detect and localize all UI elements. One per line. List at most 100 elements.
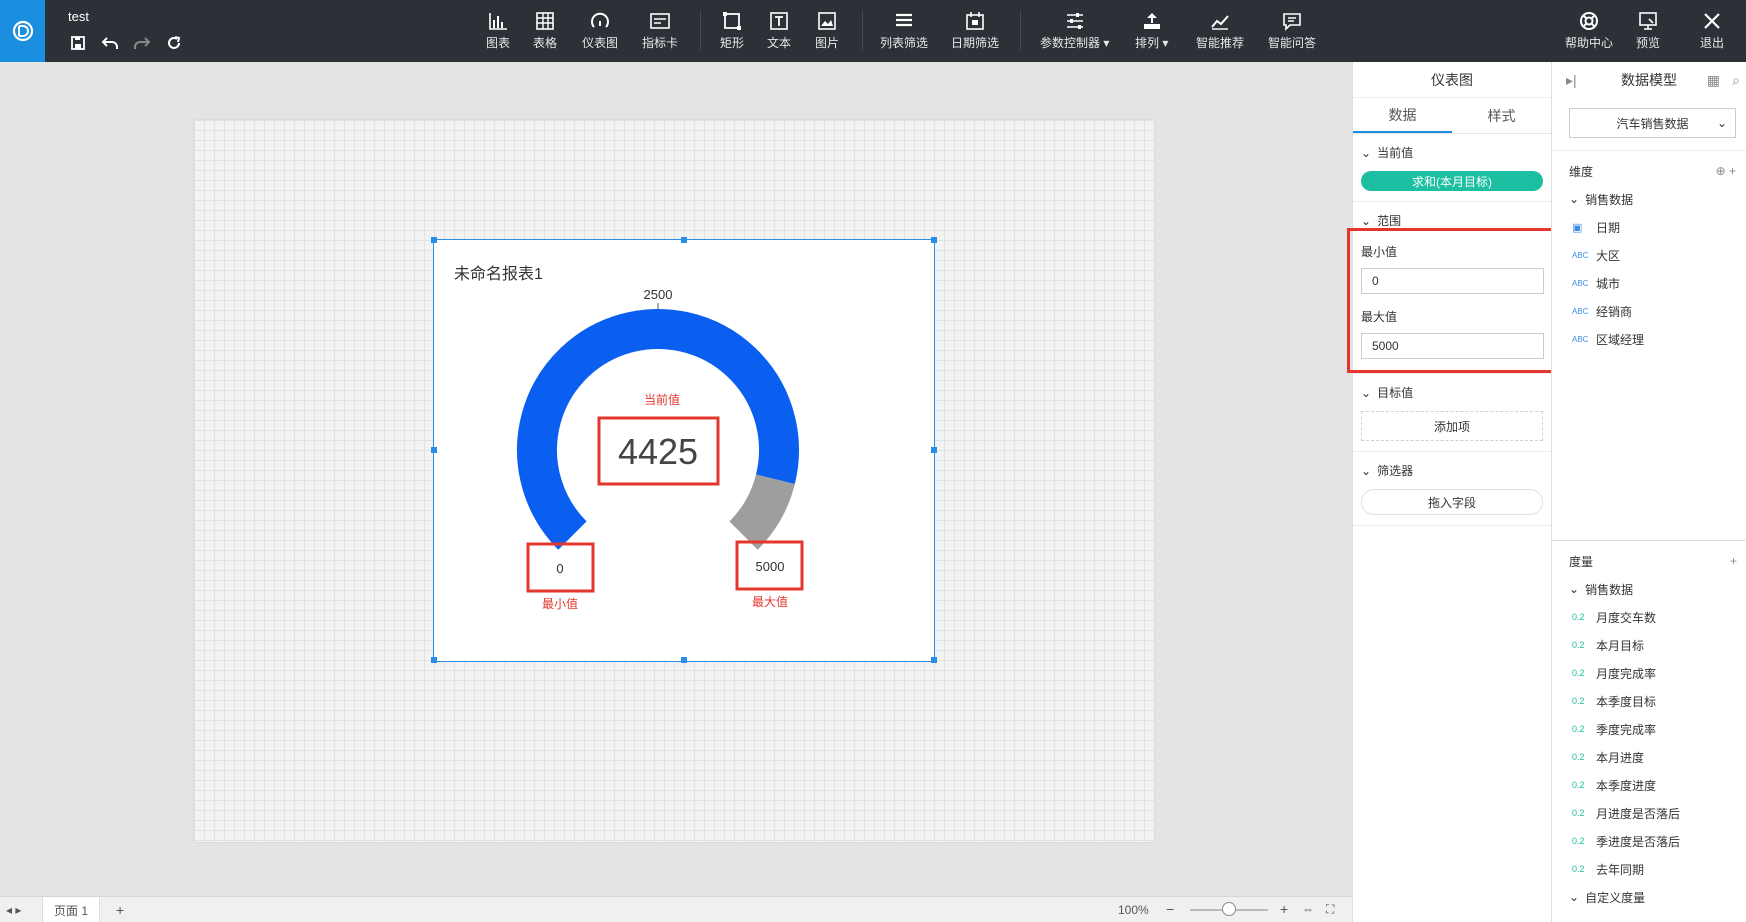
resize-handle[interactable]	[431, 237, 437, 243]
zoom-level: 100%	[1118, 903, 1149, 917]
tool-list-filter[interactable]: 列表筛选	[880, 10, 928, 51]
toolbar-divider	[862, 10, 863, 50]
tool-date-filter[interactable]: 日期筛选	[951, 10, 999, 51]
fit-width-icon[interactable]: ⇔	[1302, 902, 1314, 916]
resize-handle[interactable]	[681, 657, 687, 663]
gauge-value: 4425	[618, 431, 698, 472]
chevron-down-icon: ⌄	[1361, 385, 1372, 400]
dimension-item-city[interactable]: ABC 城市	[1552, 269, 1746, 297]
tool-label: 列表筛选	[880, 36, 929, 50]
section-header[interactable]: ⌄ 范围	[1361, 212, 1543, 229]
tool-gauge[interactable]: 仪表图	[582, 10, 618, 51]
tool-param-controller[interactable]: 参数控制器 ▾	[1040, 10, 1109, 51]
exit-button[interactable]: 退出	[1700, 10, 1724, 51]
tool-table[interactable]: 表格	[533, 10, 557, 51]
tool-arrange[interactable]: 排列 ▾	[1135, 10, 1168, 51]
section-header[interactable]: ⌄ 当前值	[1361, 144, 1543, 161]
item-label: 日期	[1596, 220, 1621, 235]
measure-item[interactable]: 0.2 季度完成率	[1552, 715, 1746, 743]
fit-page-icon[interactable]: ⛶	[1326, 902, 1334, 917]
globe-add-icon[interactable]: ⊕ +	[1716, 164, 1736, 178]
tool-image[interactable]: 图片	[815, 10, 839, 51]
gauge-widget[interactable]: 未命名报表1 2500 当前值 4425 0 最小值 5000 最大值	[431, 237, 937, 663]
range-highlight-box	[1347, 228, 1558, 373]
chevron-down-icon: ⌄	[1569, 890, 1580, 904]
section-title: 范围	[1377, 214, 1402, 228]
drop-field-zone[interactable]: 拖入字段	[1361, 489, 1543, 515]
dataset-select-value: 汽车销售数据	[1616, 116, 1689, 131]
measure-item[interactable]: 0.2 本季度进度	[1552, 771, 1746, 799]
tool-label: 预览	[1636, 36, 1661, 50]
tab-style[interactable]: 样式	[1452, 98, 1551, 133]
zoom-out-button[interactable]: −	[1166, 901, 1174, 917]
tool-chart[interactable]: 图表	[486, 10, 510, 51]
resize-handle[interactable]	[931, 237, 937, 243]
undo-icon[interactable]	[98, 33, 122, 53]
grid-icon[interactable]: ▦	[1707, 72, 1720, 89]
range-section: ⌄ 范围 最小值 0 最大值 5000	[1347, 202, 1558, 374]
trend-icon	[1211, 15, 1229, 30]
measure-item[interactable]: 0.2 月进度是否落后	[1552, 799, 1746, 827]
zoom-in-button[interactable]: +	[1280, 901, 1288, 917]
dimension-item-manager[interactable]: ABC 区域经理	[1552, 325, 1746, 353]
page-tab[interactable]: 页面 1	[42, 897, 100, 922]
tool-smart-qa[interactable]: 智能问答	[1268, 10, 1316, 51]
toolbar-divider	[700, 10, 701, 50]
search-icon[interactable]: ⌕	[1732, 72, 1740, 89]
add-page-button[interactable]: +	[116, 902, 124, 918]
tool-smart-recommend[interactable]: 智能推荐	[1196, 10, 1244, 51]
resize-handle[interactable]	[431, 657, 437, 663]
custom-measure-group[interactable]: ⌄ 自定义度量	[1552, 883, 1746, 911]
item-label: 本月进度	[1596, 750, 1645, 765]
dimension-item-region[interactable]: ABC 大区	[1552, 241, 1746, 269]
tool-label: 参数控制器 ▾	[1040, 36, 1110, 50]
section-title: 筛选器	[1377, 464, 1414, 478]
dimensions-title: 维度	[1569, 164, 1594, 179]
current-value-field-pill[interactable]: 求和(本月目标)	[1361, 171, 1543, 191]
section-header[interactable]: ⌄ 筛选器	[1361, 462, 1543, 479]
page-nav-arrows[interactable]: ◂ ▸	[6, 903, 21, 917]
tab-data[interactable]: 数据	[1353, 98, 1452, 133]
measure-group[interactable]: ⌄ 销售数据	[1552, 575, 1746, 603]
help-center-button[interactable]: 帮助中心	[1565, 10, 1613, 51]
sliders-icon	[1066, 13, 1083, 29]
resize-handle[interactable]	[931, 447, 937, 453]
text-type-icon: ABC	[1572, 250, 1589, 260]
dimension-group[interactable]: ⌄ 销售数据	[1552, 185, 1746, 213]
design-canvas[interactable]: 未命名报表1 2500 当前值 4425 0 最小值 5000 最大值	[0, 62, 1352, 896]
measure-item[interactable]: 0.2 去年同期	[1552, 855, 1746, 883]
measure-item[interactable]: 0.2 季进度是否落后	[1552, 827, 1746, 855]
dimension-item-date[interactable]: ▣ 日期	[1552, 213, 1746, 241]
app-logo[interactable]	[0, 0, 45, 62]
add-icon[interactable]: +	[1730, 554, 1737, 568]
tool-kpi-card[interactable]: 指标卡	[642, 10, 678, 51]
dataset-select[interactable]: 汽车销售数据 ⌄	[1569, 108, 1736, 138]
resize-handle[interactable]	[431, 447, 437, 453]
tool-rectangle[interactable]: 矩形	[720, 10, 744, 51]
measure-item[interactable]: 0.2 月度完成率	[1552, 659, 1746, 687]
section-header[interactable]: ⌄ 目标值	[1361, 384, 1543, 401]
panel-title: 仪表图	[1353, 62, 1551, 98]
measure-item[interactable]: 0.2 月度交车数	[1552, 603, 1746, 631]
chevron-down-icon: ⌄	[1361, 213, 1372, 228]
gauge-mid-label: 2500	[644, 287, 673, 302]
measure-item[interactable]: 0.2 本季度目标	[1552, 687, 1746, 715]
refresh-icon[interactable]	[162, 33, 186, 53]
measure-item[interactable]: 0.2 本月进度	[1552, 743, 1746, 771]
data-model-panel: ▸| 数据模型 ▦ ⌕ 汽车销售数据 ⌄ 维度 ⊕ + ⌄ 销售数据 ▣ 日期 AB…	[1551, 62, 1746, 922]
preview-button[interactable]: 预览	[1636, 10, 1660, 51]
bar-chart-icon	[489, 13, 507, 30]
collapse-panel-icon[interactable]: ▸|	[1566, 72, 1577, 89]
tool-text[interactable]: 文本	[767, 10, 791, 51]
resize-handle[interactable]	[931, 657, 937, 663]
chevron-down-icon: ⌄	[1361, 145, 1372, 160]
add-item-button[interactable]: 添加项	[1361, 411, 1543, 441]
tool-label: 矩形	[720, 36, 745, 50]
save-icon[interactable]	[66, 33, 90, 53]
zoom-slider-handle[interactable]	[1222, 902, 1236, 916]
redo-icon[interactable]	[130, 33, 154, 53]
resize-handle[interactable]	[681, 237, 687, 243]
measure-item[interactable]: 0.2 本月目标	[1552, 631, 1746, 659]
dimension-item-dealer[interactable]: ABC 经销商	[1552, 297, 1746, 325]
lifebuoy-icon	[1580, 12, 1598, 30]
